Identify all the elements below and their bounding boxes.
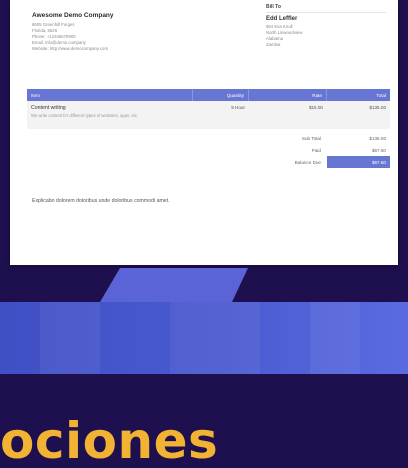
band-streak [310, 302, 360, 374]
balance-due-value: $67.50 [327, 156, 390, 168]
table-header: Item Quantity Rate Total [27, 89, 390, 101]
paid-row: Paid $67.50 [250, 144, 390, 156]
header-item: Item [27, 89, 193, 101]
paid-value: $67.50 [371, 147, 386, 153]
sub-total-label: Sub Total [301, 135, 321, 141]
invoice-note: Explicabo dolorem doloribus unde dolorib… [32, 198, 170, 204]
header-quantity: Quantity [193, 89, 249, 101]
bill-to-label: Bill To [266, 4, 386, 13]
row-quantity: 9 Hour [231, 105, 245, 110]
header-total: Total [376, 92, 386, 98]
decorative-blue-band [0, 302, 408, 374]
sub-total-row: Sub Total $135.00 [250, 132, 390, 144]
client-address-line: Zambia [266, 42, 281, 47]
headline-text: ociones [0, 412, 219, 468]
slant-shape [100, 268, 248, 302]
band-streak [40, 302, 100, 374]
row-rate: $15.00 [308, 105, 323, 110]
company-name: Awesome Demo Company [32, 12, 114, 19]
header-rate: Rate [249, 89, 327, 101]
invoice-preview: Awesome Demo Company 8605 Greenhill Forg… [10, 0, 398, 265]
row-total: $135.00 [369, 105, 386, 110]
company-website: Website: http://www.democompany.com [32, 46, 109, 51]
item-title: Content writing [31, 105, 66, 111]
band-streak [170, 302, 260, 374]
balance-due-label: Balance Due [294, 159, 321, 165]
balance-due-row: Balance Due $67.50 [250, 156, 390, 168]
invoice-summary: Sub Total $135.00 Paid $67.50 Balance Du… [250, 132, 390, 168]
item-description: We write content for different types of … [31, 113, 139, 118]
items-table: Item Quantity Rate Total Content writing… [27, 89, 390, 129]
client-name: Edd Leffler [266, 16, 298, 22]
sub-total-value: $135.00 [369, 135, 386, 141]
company-info: Awesome Demo Company 8605 Greenhill Forg… [32, 12, 212, 52]
bill-to: Bill To Edd Leffler 984 Eva Knoll North … [266, 4, 386, 48]
paid-label: Paid [311, 147, 321, 153]
table-row: Content writing We write content for dif… [27, 101, 390, 129]
row-item: Content writing We write content for dif… [27, 101, 193, 129]
